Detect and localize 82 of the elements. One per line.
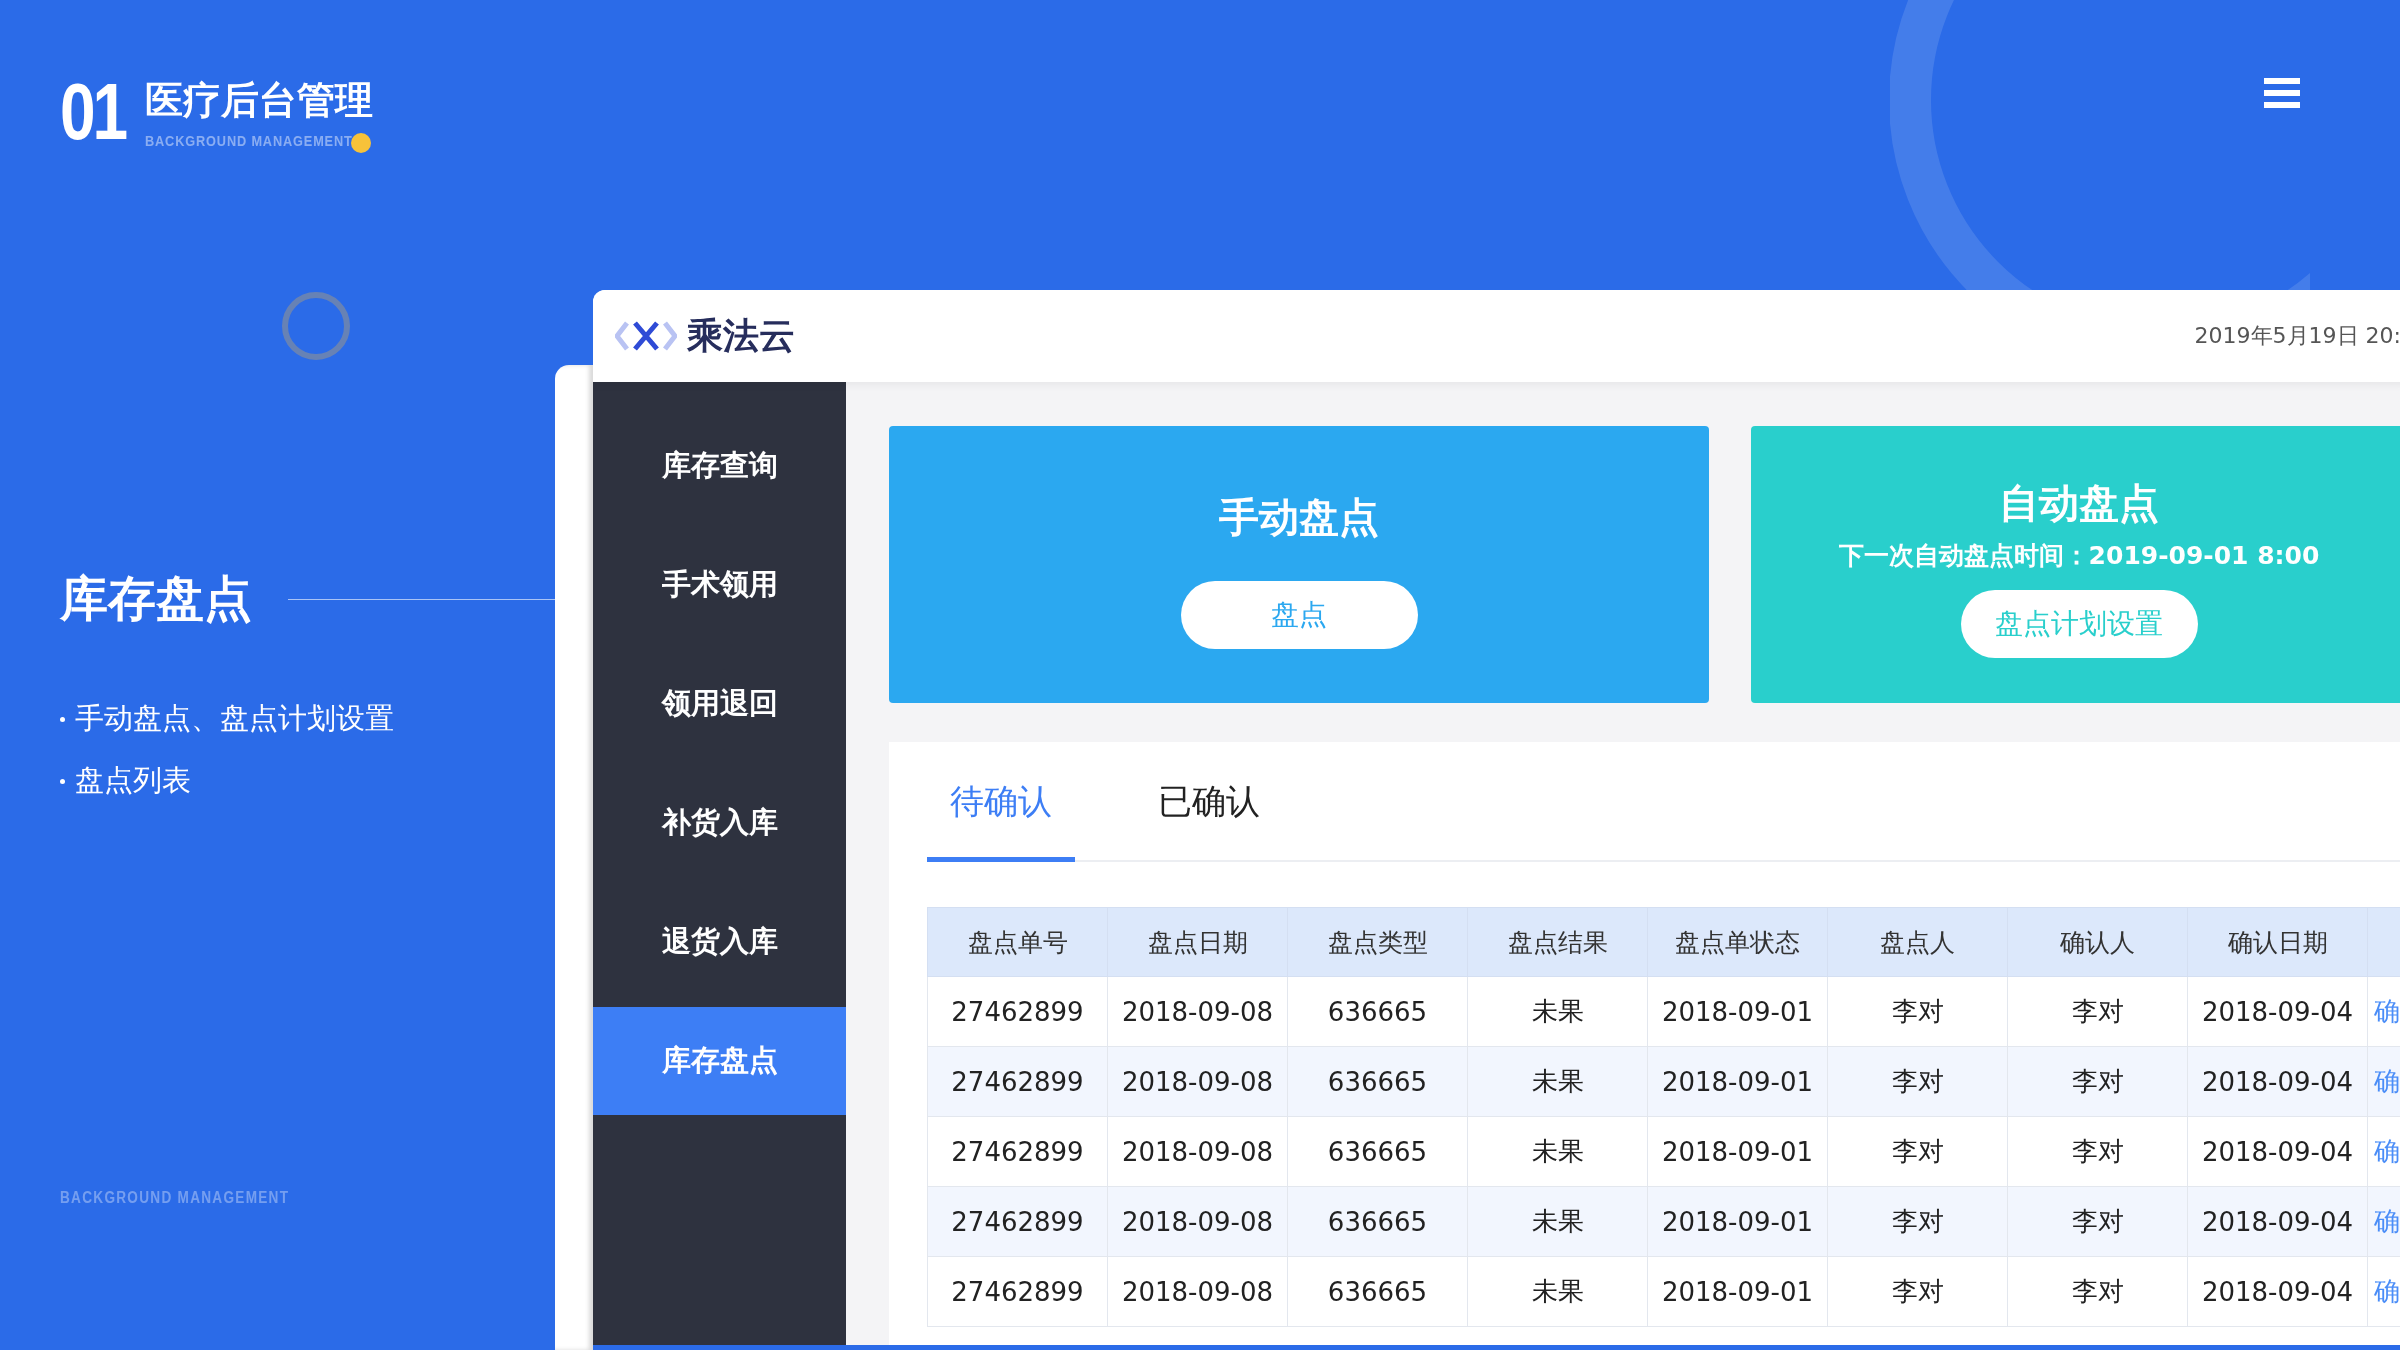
sidebar-item[interactable]: 库存查询 (593, 412, 846, 520)
row-link[interactable]: 确 (2367, 976, 2400, 1047)
table-cell: 2018-09-04 (2187, 1116, 2368, 1187)
table-cell: 李对 (2007, 976, 2188, 1047)
column-header: 盘点类型 (1287, 907, 1468, 977)
bullet-text: 盘点列表 (75, 762, 191, 799)
table-cell: 未果 (1467, 1046, 1648, 1117)
tab[interactable]: 待确认 (927, 742, 1075, 862)
section-title: 库存盘点 (60, 569, 252, 628)
table-cell: 李对 (2007, 1186, 2188, 1257)
table-cell: 李对 (2007, 1116, 2188, 1187)
tab[interactable]: 已确认 (1135, 742, 1283, 862)
table-cell: 2018-09-01 (1647, 1116, 1828, 1187)
table-cell: 27462899 (927, 1116, 1108, 1187)
row-link[interactable]: 确 (2367, 1186, 2400, 1257)
column-header: 确认人 (2007, 907, 2188, 977)
menu-icon[interactable] (2264, 78, 2300, 108)
table-cell: 李对 (2007, 1046, 2188, 1117)
table-cell: 2018-09-01 (1647, 1256, 1828, 1327)
sidebar-item[interactable]: 领用退回 (593, 650, 846, 758)
table-cell: 未果 (1467, 1116, 1648, 1187)
table-cell: 李对 (1827, 1186, 2008, 1257)
table-cell: 27462899 (927, 1046, 1108, 1117)
bullet-icon (60, 716, 65, 722)
table-cell: 李对 (1827, 1046, 2008, 1117)
table-cell: 636665 (1287, 1046, 1468, 1117)
page-subtitle: BACKGROUND MANAGEMENT (145, 132, 353, 149)
brand-name: 乘法云 (687, 313, 795, 358)
column-header: 确认日期 (2187, 907, 2368, 977)
column-header (2367, 907, 2400, 977)
table-cell: 2018-09-01 (1647, 1186, 1828, 1257)
table-cell: 李对 (1827, 976, 2008, 1047)
table-cell: 李对 (1827, 1256, 2008, 1327)
row-link[interactable]: 确 (2367, 1116, 2400, 1187)
table-cell: 636665 (1287, 1256, 1468, 1327)
sidebar-item[interactable]: 退货入库 (593, 888, 846, 996)
section-number: 01 (60, 72, 125, 152)
table-cell: 2018-09-08 (1107, 976, 1288, 1047)
table-cell: 636665 (1287, 1116, 1468, 1187)
table-cell: 未果 (1467, 1256, 1648, 1327)
card-title: 手动盘点 (1219, 493, 1379, 542)
table-cell: 2018-09-01 (1647, 976, 1828, 1047)
table-cell: 27462899 (927, 976, 1108, 1047)
table-cell: 2018-09-04 (2187, 1256, 2368, 1327)
table-cell: 未果 (1467, 976, 1648, 1047)
table-cell: 27462899 (927, 1256, 1108, 1327)
table-cell: 27462899 (927, 1186, 1108, 1257)
bullet-icon (60, 778, 65, 784)
card-title: 自动盘点 (1999, 478, 2159, 528)
page-title: 医疗后台管理 (145, 77, 374, 124)
table-cell: 2018-09-04 (2187, 1046, 2368, 1117)
table-cell: 李对 (2007, 1256, 2188, 1327)
table-cell: 2018-09-04 (2187, 1186, 2368, 1257)
column-header: 盘点单状态 (1647, 907, 1828, 977)
table-cell: 李对 (1827, 1116, 2008, 1187)
table-cell: 2018-09-08 (1107, 1256, 1288, 1327)
dot-decoration (351, 133, 371, 153)
card-button[interactable]: 盘点计划设置 (1960, 589, 2198, 658)
table-cell: 636665 (1287, 1186, 1468, 1257)
sidebar-item[interactable]: 补货入库 (593, 769, 846, 877)
column-header: 盘点单号 (927, 907, 1108, 977)
ring-decoration (280, 290, 352, 362)
table-cell: 2018-09-04 (2187, 976, 2368, 1047)
sidebar-item[interactable]: 库存盘点 (593, 1007, 846, 1115)
table-cell: 2018-09-08 (1107, 1046, 1288, 1117)
column-header: 盘点结果 (1467, 907, 1648, 977)
row-link[interactable]: 确 (2367, 1256, 2400, 1327)
table-cell: 636665 (1287, 976, 1468, 1047)
footer-caption: BACKGROUND MANAGEMENT (60, 1189, 291, 1207)
date-time: 2019年5月19日 20: (2194, 322, 2400, 350)
bullet-text: 手动盘点、盘点计划设置 (75, 700, 394, 737)
column-header: 盘点人 (1827, 907, 2008, 977)
logo-icon (615, 319, 677, 353)
table-cell: 2018-09-08 (1107, 1186, 1288, 1257)
sidebar-item[interactable]: 手术领用 (593, 531, 846, 639)
column-header: 盘点日期 (1107, 907, 1288, 977)
card-subtitle: 下一次自动盘点时间：2019-09-01 8:00 (1838, 539, 2320, 572)
table-cell: 未果 (1467, 1186, 1648, 1257)
table-cell: 2018-09-01 (1647, 1046, 1828, 1117)
table-cell: 2018-09-08 (1107, 1116, 1288, 1187)
row-link[interactable]: 确 (2367, 1046, 2400, 1117)
card-button[interactable]: 盘点 (1180, 581, 1418, 649)
